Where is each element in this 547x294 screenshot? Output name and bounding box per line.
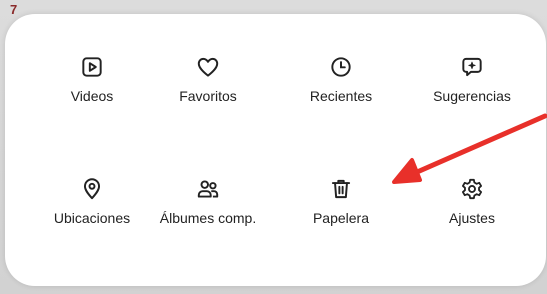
menu-item-recientes[interactable]: Recientes [281, 54, 401, 105]
menu-item-favoritos[interactable]: Favoritos [148, 54, 268, 105]
people-icon [197, 180, 219, 198]
menu-item-ubicaciones[interactable]: Ubicaciones [32, 176, 152, 227]
menu-item-sugerencias[interactable]: Sugerencias [412, 54, 532, 105]
red-arrow-annotation [392, 113, 547, 184]
menu-item-videos[interactable]: Videos [32, 54, 152, 105]
menu-item-label: Videos [70, 88, 114, 104]
clock-icon [331, 57, 351, 77]
menu-item-label: Favoritos [179, 88, 237, 104]
sparkle-chat-icon [462, 57, 482, 77]
trash-icon [331, 179, 351, 199]
location-pin-icon [83, 178, 101, 200]
menu-item-label: Sugerencias [433, 88, 511, 104]
play-square-icon [82, 57, 102, 77]
heart-icon [197, 57, 219, 77]
menu-item-label: Ubicaciones [53, 210, 131, 226]
corner-annotation-text: 7 [10, 2, 19, 17]
menu-item-albumes-compartidos[interactable]: Álbumes comp. [148, 176, 268, 227]
menu-item-label: Recientes [309, 88, 373, 104]
menu-item-label: Papelera [312, 210, 370, 226]
menu-item-label: Álbumes comp. [159, 210, 257, 226]
screenshot-stage: 7 Videos Favoritos Recientes Sugerencias… [0, 0, 547, 294]
menu-item-label: Ajustes [449, 210, 495, 226]
